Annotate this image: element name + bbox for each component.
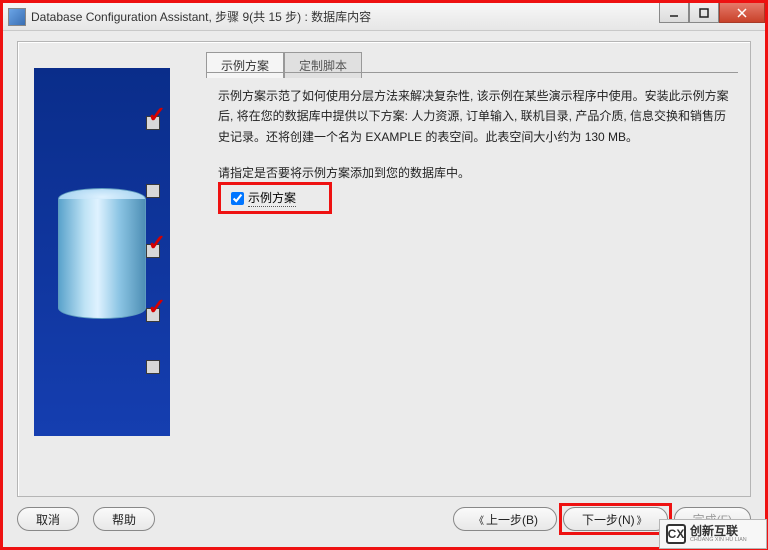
checkmark-icon: ✓ (148, 236, 166, 250)
window-title: Database Configuration Assistant, 步骤 9(共… (31, 8, 371, 25)
cancel-button[interactable]: 取消 (17, 507, 79, 531)
prompt-text: 请指定是否要将示例方案添加到您的数据库中。 (218, 164, 470, 181)
maximize-button[interactable] (689, 3, 719, 23)
sample-schemas-label: 示例方案 (248, 189, 296, 207)
back-button[interactable]: 《上一步(B) (453, 507, 557, 531)
wizard-step-indicator (146, 360, 160, 374)
chevron-left-icon: 《 (474, 512, 484, 527)
app-icon (9, 9, 25, 25)
next-button[interactable]: 下一步(N)》 (563, 507, 668, 531)
wizard-step-indicator (146, 184, 160, 198)
checkmark-icon: ✓ (148, 108, 166, 122)
tab-custom-scripts[interactable]: 定制脚本 (284, 52, 362, 78)
watermark-logo-icon: CX (666, 524, 686, 544)
titlebar: Database Configuration Assistant, 步骤 9(共… (3, 3, 765, 31)
help-button[interactable]: 帮助 (93, 507, 155, 531)
close-button[interactable] (719, 3, 765, 23)
sample-schemas-option: 示例方案 (218, 182, 332, 214)
wizard-sidebar-image: ✓ ✓ ✓ (34, 68, 170, 436)
checkmark-icon: ✓ (148, 300, 166, 314)
watermark: CX 创新互联 CHUANG XIN HU LIAN (659, 519, 767, 549)
tab-sample-schemas[interactable]: 示例方案 (206, 52, 284, 78)
description-text: 示例方案示范了如何使用分层方法来解决复杂性, 该示例在某些演示程序中使用。安装此… (218, 86, 730, 147)
sample-schemas-checkbox[interactable] (231, 192, 244, 205)
minimize-button[interactable] (659, 3, 689, 23)
chevron-right-icon: 》 (637, 512, 647, 527)
